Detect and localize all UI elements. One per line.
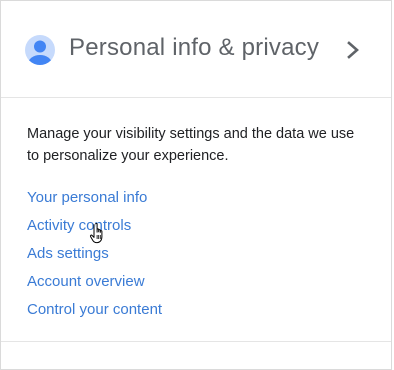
ads-settings-link[interactable]: Ads settings: [27, 245, 109, 262]
personal-info-privacy-card: Personal info & privacy Manage your visi…: [0, 0, 392, 370]
chevron-right-icon[interactable]: [345, 39, 361, 61]
card-description: Manage your visibility settings and the …: [27, 126, 355, 164]
list-item: Ads settings: [27, 243, 162, 271]
settings-links-list: Your personal info Activity controls Ads…: [27, 187, 162, 327]
card-title: Personal info & privacy: [69, 34, 320, 61]
divider: [1, 341, 391, 342]
activity-controls-link[interactable]: Activity controls: [27, 217, 131, 234]
control-your-content-link[interactable]: Control your content: [27, 301, 162, 318]
your-personal-info-link[interactable]: Your personal info: [27, 189, 147, 206]
list-item: Activity controls: [27, 215, 162, 243]
list-item: Control your content: [27, 299, 162, 327]
list-item: Account overview: [27, 271, 162, 299]
list-item: Your personal info: [27, 187, 162, 215]
person-circle-icon: [25, 35, 55, 65]
card-header[interactable]: Personal info & privacy: [1, 1, 391, 98]
account-overview-link[interactable]: Account overview: [27, 273, 145, 290]
